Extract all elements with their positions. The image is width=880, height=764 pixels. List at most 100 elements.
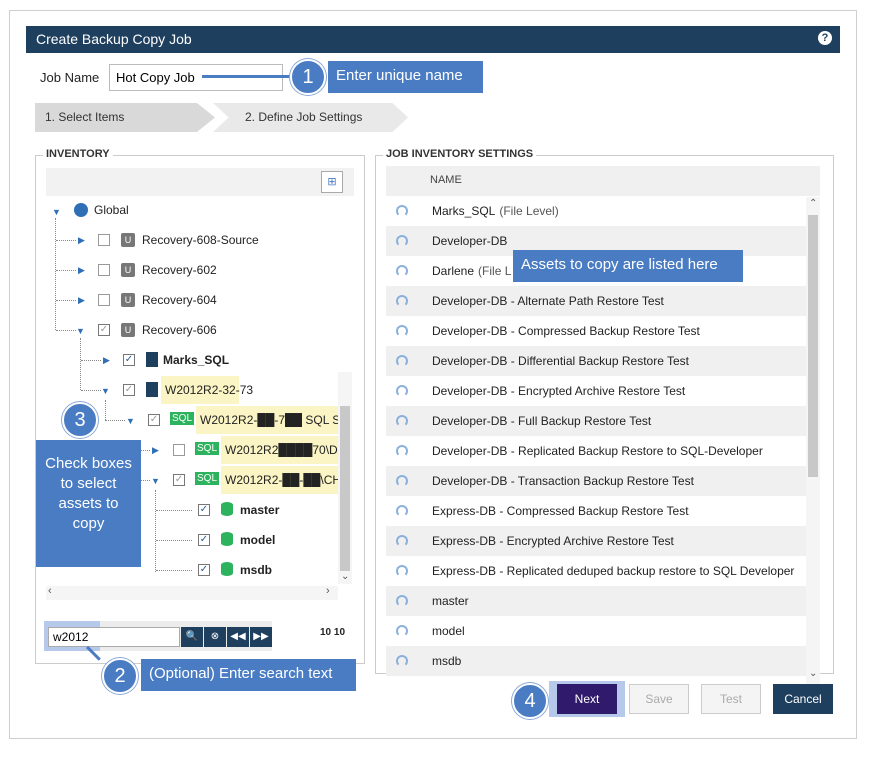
agent-icon: U <box>121 263 135 277</box>
tree-scroll-thumb[interactable] <box>340 406 350 571</box>
expand-triangle-icon[interactable]: ▶ <box>78 265 85 276</box>
job-inventory-row[interactable]: Developer-DB - Differential Backup Resto… <box>386 346 806 376</box>
search-icon[interactable]: 🔍 <box>181 627 203 647</box>
row-name: msdb <box>432 646 461 676</box>
tree-node-child-2[interactable]: W2012R2-██-██\CHA <box>225 473 338 487</box>
tree-node-sql-instance[interactable]: W2012R2-██-7██ SQL Ser <box>200 413 338 427</box>
tree-node-recovery-602[interactable]: Recovery-602 <box>142 263 217 277</box>
location-pin-icon <box>396 325 408 337</box>
sql-instance-icon: SQL <box>170 412 195 425</box>
row-name-text: Developer-DB - Transaction Backup Restor… <box>432 474 694 488</box>
callout-2-badge: 2 <box>102 658 138 694</box>
column-header-name[interactable]: NAME <box>430 174 462 186</box>
row-name-text: Developer-DB - Compressed Backup Restore… <box>432 324 700 338</box>
row-name: Express-DB - Encrypted Archive Restore T… <box>432 526 674 556</box>
expand-triangle-icon[interactable]: ▶ <box>78 295 85 306</box>
tree-checkbox-partial[interactable]: ✓ <box>173 474 185 486</box>
row-name-text: Express-DB - Replicated deduped backup r… <box>432 564 795 578</box>
step-select-items[interactable]: 1. Select Items <box>35 103 215 132</box>
tree-guide <box>56 300 76 301</box>
test-button[interactable]: Test <box>701 684 761 714</box>
tree-node-marks-sql[interactable]: Marks_SQL <box>163 353 229 367</box>
assets-callout-text: Assets to copy are listed here <box>513 250 743 282</box>
row-name: model <box>432 616 465 646</box>
collapse-triangle-icon[interactable]: ▼ <box>52 207 61 217</box>
tree-checkbox-partial[interactable]: ✓ <box>148 414 160 426</box>
tree-checkbox-checked[interactable]: ✓ <box>198 504 210 516</box>
tree-checkbox[interactable] <box>98 234 110 246</box>
tree-checkbox-checked[interactable]: ✓ <box>123 354 135 366</box>
tree-node-recovery-606[interactable]: Recovery-606 <box>142 323 217 337</box>
row-name: Developer-DB <box>432 226 507 256</box>
expand-triangle-icon[interactable]: ▶ <box>78 235 85 246</box>
tree-node-child-1[interactable]: W2012R2████70\DAF <box>225 443 338 457</box>
job-inventory-row[interactable]: Express-DB - Replicated deduped backup r… <box>386 556 806 586</box>
tree-checkbox[interactable] <box>98 264 110 276</box>
tree-node-db-msdb[interactable]: msdb <box>240 563 272 577</box>
tree-guide <box>80 338 81 390</box>
cancel-button[interactable]: Cancel <box>773 684 833 714</box>
tree-node-recovery-608-source[interactable]: Recovery-608-Source <box>142 233 259 247</box>
tree-node-server[interactable]: W2012R2-32-73 <box>165 383 253 397</box>
job-inventory-row[interactable]: model <box>386 616 806 646</box>
scroll-down-icon[interactable]: ⌄ <box>341 571 349 582</box>
job-inventory-row[interactable]: Developer-DB - Transaction Backup Restor… <box>386 466 806 496</box>
job-inventory-row[interactable]: Developer-DB - Alternate Path Restore Te… <box>386 286 806 316</box>
row-name-text: Developer-DB - Replicated Backup Restore… <box>432 444 763 458</box>
question-circle-icon[interactable]: ? <box>818 31 832 45</box>
collapse-triangle-icon[interactable]: ▼ <box>126 416 135 426</box>
tree-node-db-model[interactable]: model <box>240 533 275 547</box>
tree-checkbox-partial[interactable]: ✓ <box>98 324 110 336</box>
tree-guide <box>56 240 76 241</box>
scroll-up-icon[interactable]: ⌃ <box>809 198 817 209</box>
job-inventory-row[interactable]: Developer-DB - Full Backup Restore Test <box>386 406 806 436</box>
tree-checkbox[interactable] <box>173 444 185 456</box>
job-inventory-row[interactable]: Developer-DB - Replicated Backup Restore… <box>386 436 806 466</box>
job-inventory-row[interactable]: msdb <box>386 646 806 676</box>
scroll-left-icon[interactable]: ‹ <box>48 585 52 597</box>
collapse-triangle-icon[interactable]: ▼ <box>151 476 160 486</box>
save-button[interactable]: Save <box>629 684 689 714</box>
job-inventory-row[interactable]: master <box>386 586 806 616</box>
job-inventory-row[interactable]: Developer-DB - Compressed Backup Restore… <box>386 316 806 346</box>
tree-node-global[interactable]: Global <box>94 203 129 217</box>
row-name-text: Developer-DB - Differential Backup Resto… <box>432 354 690 368</box>
previous-icon[interactable]: ◀◀ <box>227 627 249 647</box>
clear-icon[interactable]: ⊗ <box>204 627 226 647</box>
scroll-right-icon[interactable]: › <box>326 585 330 597</box>
tree-checkbox[interactable] <box>98 294 110 306</box>
job-inventory-scroll-thumb[interactable] <box>808 215 818 477</box>
tree-node-recovery-604[interactable]: Recovery-604 <box>142 293 217 307</box>
location-pin-icon <box>396 235 408 247</box>
job-inventory-row[interactable]: Marks_SQL (File Level) <box>386 196 806 226</box>
database-icon <box>221 532 233 546</box>
location-pin-icon <box>396 505 408 517</box>
collapse-triangle-icon[interactable]: ▼ <box>76 326 85 336</box>
location-pin-icon <box>396 415 408 427</box>
next-button[interactable]: Next <box>557 684 617 714</box>
expand-triangle-icon[interactable]: ▶ <box>152 445 159 456</box>
job-inventory-row[interactable]: Express-DB - Encrypted Archive Restore T… <box>386 526 806 556</box>
inventory-search-input[interactable] <box>48 627 180 647</box>
tree-guide <box>56 270 76 271</box>
tree-guide <box>105 420 125 421</box>
tree-node-db-master[interactable]: master <box>240 503 279 517</box>
expand-triangle-icon[interactable]: ▶ <box>103 355 110 366</box>
row-name: Developer-DB - Full Backup Restore Test <box>432 406 651 436</box>
next-icon[interactable]: ▶▶ <box>250 627 272 647</box>
row-name-text: Developer-DB - Full Backup Restore Test <box>432 414 652 428</box>
tree-guide <box>56 330 76 331</box>
tree-expand-icon[interactable]: ⊞ <box>321 171 343 193</box>
scroll-down-icon[interactable]: ⌄ <box>809 668 817 679</box>
step-define-job-settings[interactable]: 2. Define Job Settings <box>213 103 408 132</box>
tree-hscrollbar[interactable] <box>46 586 338 600</box>
callout-1-connector <box>202 75 294 78</box>
job-inventory-row[interactable]: Express-DB - Compressed Backup Restore T… <box>386 496 806 526</box>
tree-checkbox-partial[interactable]: ✓ <box>123 384 135 396</box>
tree-checkbox-checked[interactable]: ✓ <box>198 534 210 546</box>
tree-checkbox-checked[interactable]: ✓ <box>198 564 210 576</box>
tree-guide <box>81 360 101 361</box>
job-inventory-row[interactable]: Developer-DB - Encrypted Archive Restore… <box>386 376 806 406</box>
database-icon <box>221 562 233 576</box>
collapse-triangle-icon[interactable]: ▼ <box>101 386 110 396</box>
